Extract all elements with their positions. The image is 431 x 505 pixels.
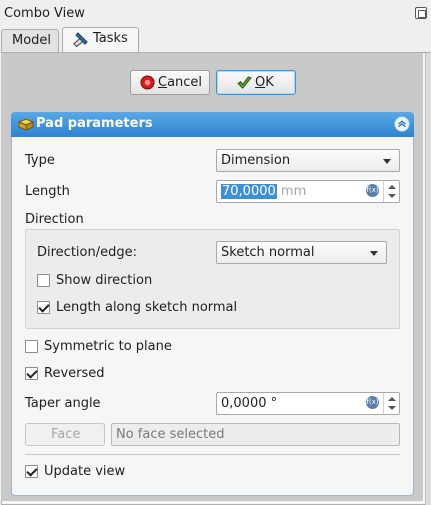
symmetric-label: Symmetric to plane: [44, 339, 172, 354]
undock-icon[interactable]: [415, 7, 427, 19]
show-direction-label: Show direction: [56, 273, 153, 288]
direction-edge-value: Sketch normal: [221, 245, 315, 260]
pencil-ruler-icon: [73, 32, 88, 47]
chevron-down-icon: [383, 159, 391, 164]
face-button[interactable]: Face: [25, 423, 105, 446]
length-input[interactable]: 70,0000 mm f(x): [216, 180, 400, 203]
pad-parameters-header: Pad parameters: [11, 112, 414, 137]
taper-angle-input[interactable]: 0,0000 ° f(x): [216, 392, 400, 415]
face-field-value: No face selected: [116, 427, 225, 442]
direction-label: Direction: [25, 212, 84, 227]
tab-model-label: Model: [12, 33, 52, 48]
symmetric-checkbox[interactable]: [25, 340, 38, 353]
chevron-down-icon: [370, 251, 378, 256]
reversed-label: Reversed: [44, 366, 105, 381]
expression-icon[interactable]: f(x): [366, 184, 379, 197]
face-field[interactable]: No face selected: [111, 423, 400, 446]
cancel-label: Cancel: [158, 75, 203, 90]
length-unit: mm: [280, 184, 307, 199]
length-label: Length: [25, 184, 70, 199]
cancel-icon: [140, 75, 155, 90]
ok-button[interactable]: OK: [216, 70, 296, 95]
update-view-label: Update view: [44, 464, 126, 479]
length-text: 70,0000 mm: [221, 184, 306, 199]
tab-bar: Model Tasks: [0, 27, 431, 53]
taper-angle-value: 0,0000 °: [221, 396, 278, 411]
length-stepper[interactable]: [383, 181, 399, 202]
type-value: Dimension: [221, 153, 291, 168]
face-button-label: Face: [51, 427, 81, 442]
type-label: Type: [25, 153, 55, 168]
taper-stepper[interactable]: [383, 393, 399, 414]
ok-check-icon: [237, 76, 252, 89]
scrollbar[interactable]: [425, 53, 431, 505]
tab-tasks[interactable]: Tasks: [62, 27, 139, 53]
collapse-icon[interactable]: [394, 116, 410, 132]
type-combo[interactable]: Dimension: [216, 149, 400, 172]
pad-icon: [17, 118, 35, 131]
ok-label: OK: [255, 75, 274, 90]
reversed-checkbox[interactable]: [25, 367, 38, 380]
direction-edge-combo[interactable]: Sketch normal: [216, 241, 387, 264]
update-view-checkbox[interactable]: [25, 465, 38, 478]
taper-angle-label: Taper angle: [25, 396, 101, 411]
length-along-normal-checkbox[interactable]: [37, 301, 50, 314]
expression-icon[interactable]: f(x): [366, 396, 379, 409]
window-title: Combo View: [4, 6, 85, 21]
title-bar: Combo View: [0, 0, 431, 27]
show-direction-checkbox[interactable]: [37, 274, 50, 287]
tab-model[interactable]: Model: [1, 29, 59, 53]
length-value: 70,0000: [221, 184, 277, 199]
length-along-normal-label: Length along sketch normal: [56, 300, 238, 315]
direction-edge-label: Direction/edge:: [37, 245, 137, 260]
divider: [25, 454, 400, 455]
panel-title: Pad parameters: [36, 116, 153, 131]
tab-tasks-label: Tasks: [93, 31, 128, 46]
cancel-button[interactable]: Cancel: [130, 70, 210, 95]
